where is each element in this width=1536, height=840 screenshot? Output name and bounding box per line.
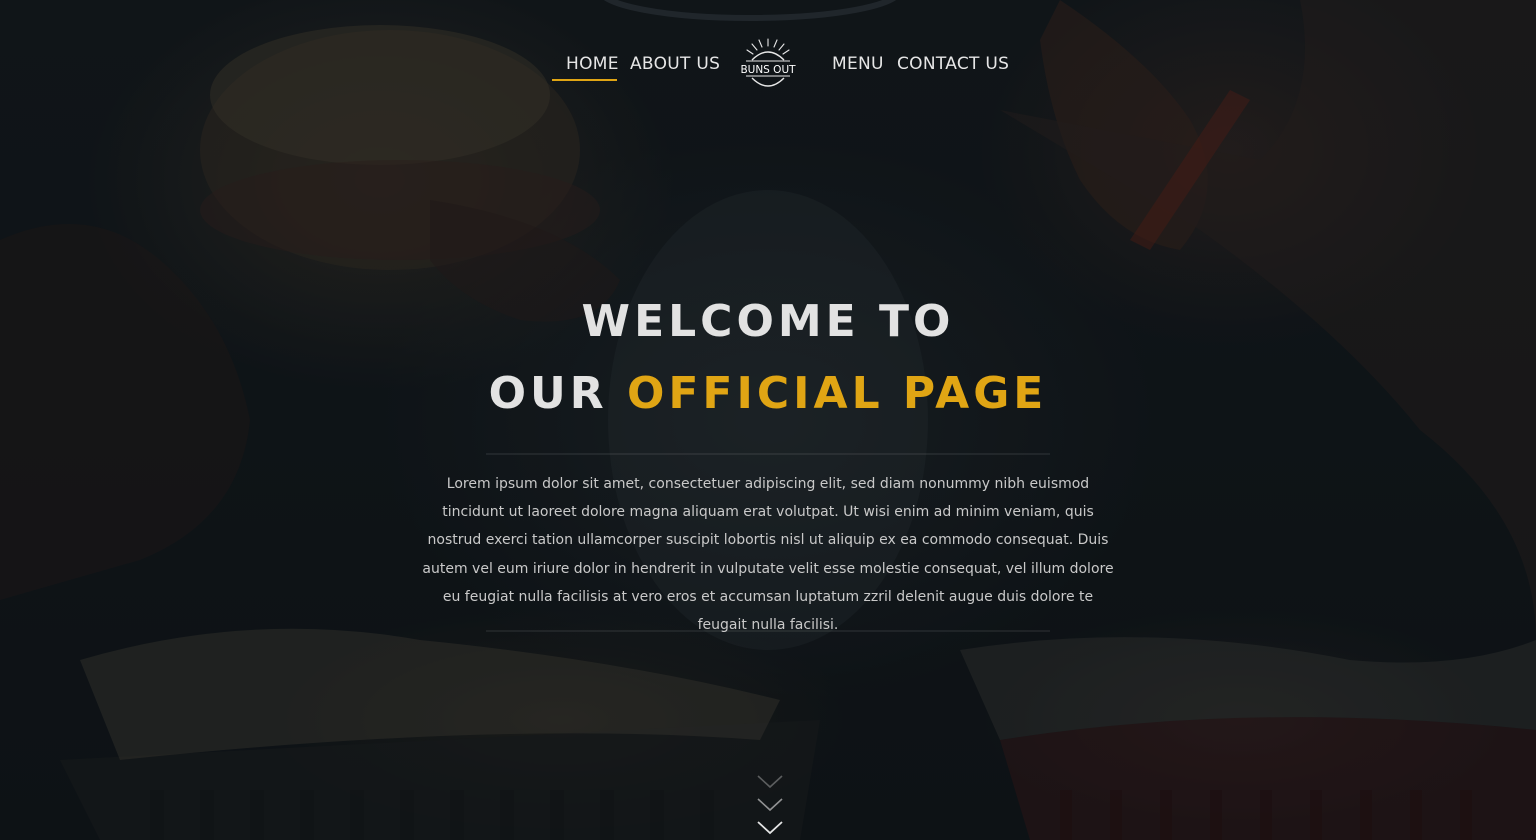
hero-title-line1: WELCOME TO (581, 296, 955, 347)
hero-title-line2: OUR OFFICIAL PAGE (0, 372, 1536, 416)
divider-top (486, 453, 1050, 455)
nav-item-home[interactable]: HOME (566, 54, 619, 74)
background-photo (0, 0, 1536, 840)
nav-item-menu[interactable]: MENU (832, 54, 884, 74)
chevron-down-triple-icon (757, 775, 783, 835)
scroll-down-button[interactable] (756, 774, 784, 836)
main-nav: HOME ABOUT US BUNS OUT MENU CONTACT US (0, 36, 1536, 96)
nav-active-indicator (552, 79, 617, 81)
hero-title-plain: OUR (488, 368, 627, 419)
nav-item-about-us[interactable]: ABOUT US (630, 54, 720, 74)
hero-page: HOME ABOUT US BUNS OUT MENU CONTACT US W… (0, 0, 1536, 840)
hero-description: Lorem ipsum dolor sit amet, consectetuer… (422, 476, 1114, 634)
nav-item-contact-us[interactable]: CONTACT US (897, 54, 1009, 74)
hero-title-accent: OFFICIAL PAGE (626, 368, 1048, 419)
logo-text: BUNS OUT (740, 64, 796, 76)
sunburst-logo-icon: BUNS OUT (740, 38, 796, 87)
brand-logo[interactable]: BUNS OUT (738, 36, 798, 96)
divider-bottom (486, 630, 1050, 632)
